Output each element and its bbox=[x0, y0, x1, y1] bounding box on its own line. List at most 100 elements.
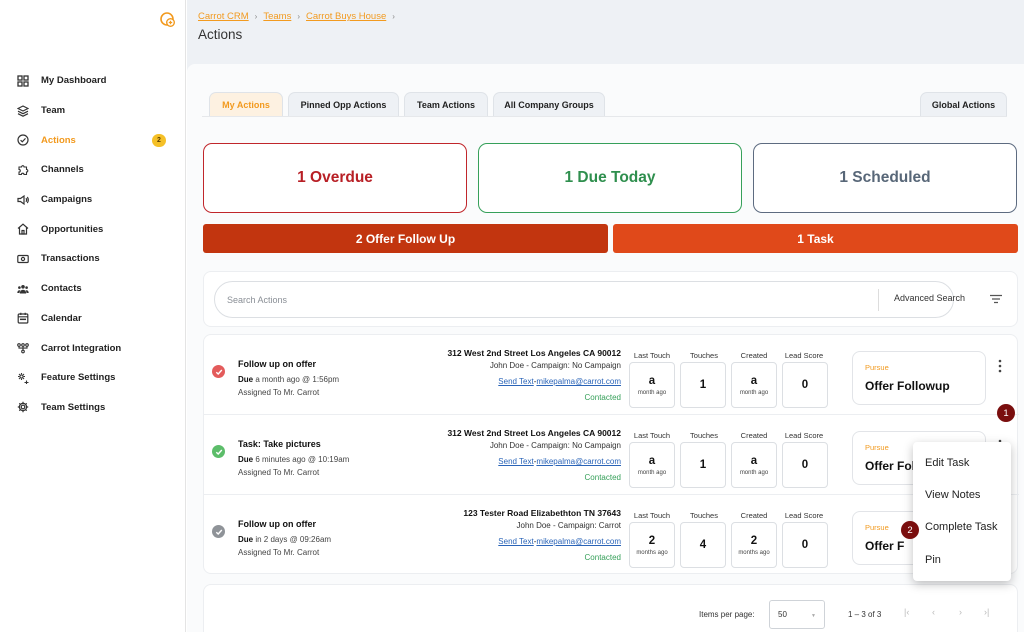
due-info: Due a month ago @ 1:56pm bbox=[238, 375, 339, 384]
more-options-icon[interactable] bbox=[996, 359, 1004, 373]
sidebar-item-feature-settings[interactable]: Feature Settings bbox=[0, 363, 186, 393]
filter-icon[interactable] bbox=[989, 292, 1003, 306]
edit-task-menu-item[interactable]: Edit Task bbox=[925, 457, 969, 469]
complete-task-menu-item[interactable]: Complete Task bbox=[925, 521, 998, 533]
sidebar-item-contacts[interactable]: Contacts bbox=[0, 274, 186, 304]
last-page-icon[interactable]: ›| bbox=[984, 607, 989, 617]
stat-value: 0 bbox=[801, 379, 809, 391]
sidebar-item-team[interactable]: Team bbox=[0, 96, 186, 126]
sidebar-item-opportunities[interactable]: Opportunities bbox=[0, 214, 186, 244]
dashboard-icon bbox=[17, 75, 29, 87]
sidebar-item-my-dashboard[interactable]: My Dashboard bbox=[0, 66, 186, 96]
send-text-link[interactable]: Send Text bbox=[498, 377, 533, 386]
due-info: Due 6 minutes ago @ 10:19am bbox=[238, 455, 349, 464]
offer-follow-up-filter-button[interactable]: 2 Offer Follow Up bbox=[203, 224, 608, 253]
sidebar-item-label: Contacts bbox=[41, 283, 82, 295]
step-marker-2: 2 bbox=[901, 521, 919, 539]
next-page-icon[interactable]: › bbox=[959, 607, 962, 617]
sidebar-item-actions[interactable]: Actions 2 bbox=[0, 125, 186, 155]
items-per-page-value: 50 bbox=[778, 610, 787, 619]
due-today-summary-card[interactable]: 1 Due Today bbox=[478, 143, 742, 213]
task-filter-button[interactable]: 1 Task bbox=[613, 224, 1018, 253]
sidebar-item-channels[interactable]: Channels bbox=[0, 155, 186, 185]
table-row[interactable]: Task: Take pictures Due 6 minutes ago @ … bbox=[204, 415, 1019, 495]
tab-my-actions[interactable]: My Actions bbox=[209, 92, 283, 116]
breadcrumb-carrot-buys-house[interactable]: Carrot Buys House bbox=[306, 11, 386, 22]
tab-all-company-groups[interactable]: All Company Groups bbox=[493, 92, 605, 116]
email-link[interactable]: mikepalma@carrot.com bbox=[536, 537, 621, 546]
sidebar-item-carrot-integration[interactable]: Carrot Integration bbox=[0, 333, 186, 363]
status-check-icon[interactable] bbox=[212, 365, 225, 378]
search-input[interactable] bbox=[214, 281, 954, 318]
send-text-link[interactable]: Send Text bbox=[498, 537, 533, 546]
page-title: Actions bbox=[198, 27, 243, 42]
breadcrumb-carrot-crm[interactable]: Carrot CRM bbox=[198, 11, 249, 22]
touches-label: Touches bbox=[690, 431, 718, 440]
overdue-summary-card[interactable]: 1 Overdue bbox=[203, 143, 467, 213]
table-row[interactable]: Follow up on offer Due in 2 days @ 09:26… bbox=[204, 495, 1019, 575]
main-area: My Actions Pinned Opp Actions Team Actio… bbox=[187, 52, 1024, 632]
lead-score-label: Lead Score bbox=[784, 351, 824, 360]
contact-campaign: John Doe - Campaign: Carrot bbox=[516, 521, 622, 530]
top-header: Carrot CRM › Teams › Carrot Buys House › Acti… bbox=[187, 0, 1024, 52]
touches-value: 1 bbox=[680, 362, 726, 408]
opportunity-stage-card[interactable]: Pursue Offer Followup bbox=[852, 351, 986, 405]
sidebar-item-campaigns[interactable]: Campaigns bbox=[0, 185, 186, 215]
send-text-link[interactable]: Send Text bbox=[498, 457, 533, 466]
items-per-page-select[interactable]: 50 ▼ bbox=[769, 600, 825, 629]
last-touch-value: a month ago bbox=[629, 442, 675, 488]
table-row[interactable]: Follow up on offer Due a month ago @ 1:5… bbox=[204, 335, 1019, 415]
email-link[interactable]: mikepalma@carrot.com bbox=[536, 457, 621, 466]
assigned-to: Assigned To Mr. Carrot bbox=[238, 388, 320, 397]
previous-page-icon[interactable]: ‹ bbox=[932, 607, 935, 617]
sidebar-item-label: Actions bbox=[41, 134, 76, 146]
last-touch-value: a month ago bbox=[629, 362, 675, 408]
sidebar-item-team-settings[interactable]: Team Settings bbox=[0, 393, 186, 423]
sidebar-item-calendar[interactable]: Calendar bbox=[0, 304, 186, 334]
scheduled-summary-card[interactable]: 1 Scheduled bbox=[753, 143, 1017, 213]
people-icon bbox=[17, 284, 29, 294]
status-check-icon[interactable] bbox=[212, 525, 225, 538]
contact-links: Send Text-mikepalma@carrot.com bbox=[498, 457, 621, 466]
pagination: Items per page: 50 ▼ 1 – 3 of 3 |‹ ‹ › ›| bbox=[203, 584, 1018, 632]
first-page-icon[interactable]: |‹ bbox=[904, 607, 909, 617]
contacted-status: Contacted bbox=[584, 553, 621, 562]
sidebar-item-transactions[interactable]: Transactions bbox=[0, 244, 186, 274]
content-panel: My Actions Pinned Opp Actions Team Actio… bbox=[187, 64, 1024, 632]
sidebar-item-label: Team Settings bbox=[41, 401, 106, 413]
action-title[interactable]: Task: Take pictures bbox=[238, 439, 321, 449]
sidebar-item-label: Feature Settings bbox=[41, 372, 116, 384]
breadcrumb-teams[interactable]: Teams bbox=[263, 11, 291, 22]
page-range: 1 – 3 of 3 bbox=[848, 610, 882, 619]
property-address: 312 West 2nd Street Los Angeles CA 90012 bbox=[447, 428, 621, 438]
stat-unit: month ago bbox=[739, 469, 769, 476]
sidebar-item-label: Calendar bbox=[41, 312, 82, 324]
chevron-right-icon: › bbox=[392, 12, 395, 21]
stat-value: 0 bbox=[801, 459, 809, 471]
view-notes-menu-item[interactable]: View Notes bbox=[925, 489, 980, 501]
row-context-menu: Edit Task View Notes Complete Task Pin bbox=[913, 442, 1011, 581]
action-title[interactable]: Follow up on offer bbox=[238, 519, 316, 529]
status-check-icon[interactable] bbox=[212, 445, 225, 458]
action-title[interactable]: Follow up on offer bbox=[238, 359, 316, 369]
lead-score-value: 0 bbox=[782, 522, 828, 568]
contacted-status: Contacted bbox=[584, 473, 621, 482]
carrot-logo-icon[interactable] bbox=[158, 10, 176, 28]
email-link[interactable]: mikepalma@carrot.com bbox=[536, 377, 621, 386]
money-icon bbox=[17, 254, 29, 264]
gear-icon bbox=[17, 402, 29, 413]
created-value: a month ago bbox=[731, 442, 777, 488]
contact-links: Send Text-mikepalma@carrot.com bbox=[498, 377, 621, 386]
stat-value: a bbox=[648, 454, 656, 467]
tab-global-actions[interactable]: Global Actions bbox=[920, 92, 1007, 116]
advanced-search-button[interactable]: Advanced Search bbox=[894, 293, 965, 303]
stat-value: 1 bbox=[699, 459, 707, 471]
pin-menu-item[interactable]: Pin bbox=[925, 554, 941, 566]
due-label: Due bbox=[238, 535, 254, 544]
tab-team-actions[interactable]: Team Actions bbox=[404, 92, 488, 116]
stat-unit: month ago bbox=[637, 469, 667, 476]
touches-value: 1 bbox=[680, 442, 726, 488]
tab-pinned-opp-actions[interactable]: Pinned Opp Actions bbox=[288, 92, 399, 116]
stage-name: Offer Followup bbox=[865, 379, 950, 393]
created-label: Created bbox=[740, 351, 768, 360]
